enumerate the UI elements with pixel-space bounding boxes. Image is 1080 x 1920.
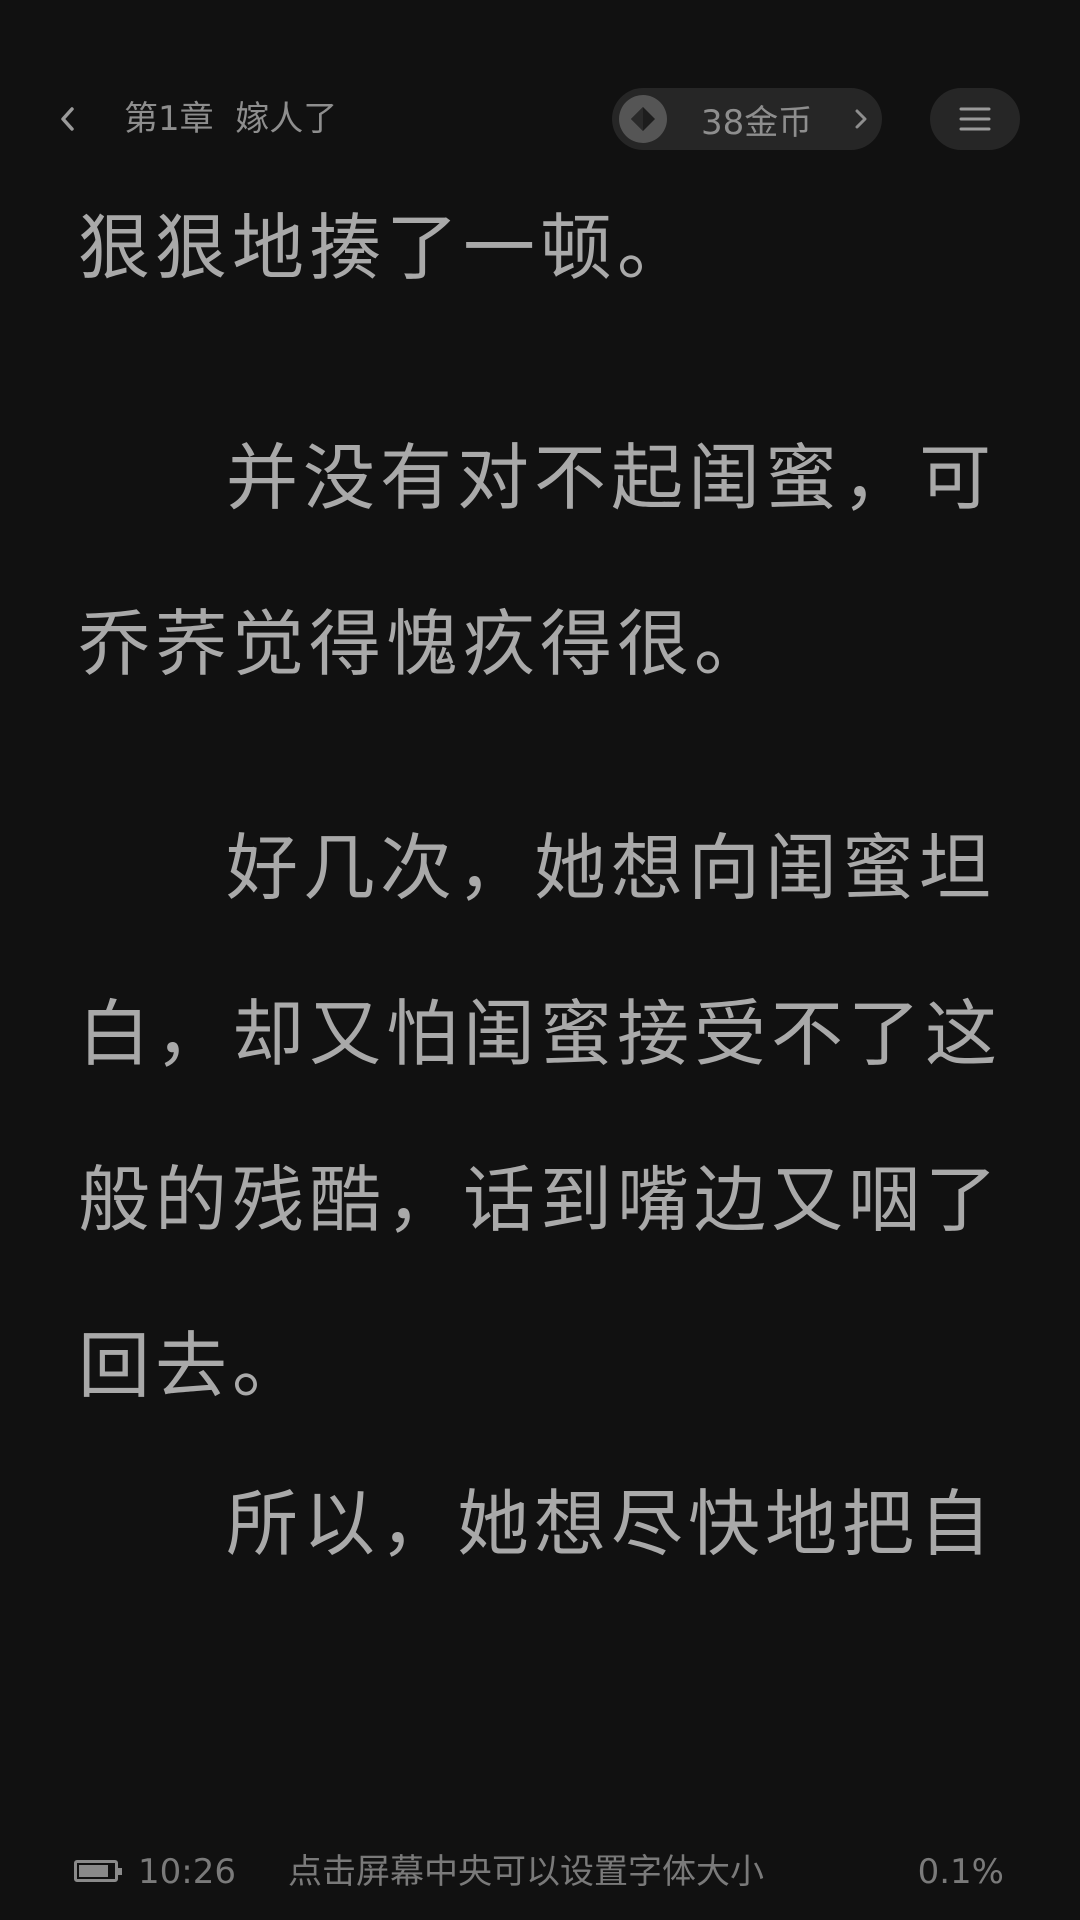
hamburger-menu-icon	[959, 107, 991, 131]
text-line: 狠狠地揍了一顿。	[78, 206, 695, 290]
chevron-right-icon	[854, 88, 868, 150]
battery-tip	[118, 1868, 122, 1875]
reader-footer: 10:26 点击屏幕中央可以设置字体大小 0.1%	[0, 1850, 1080, 1894]
text-line: 回去。	[78, 1324, 310, 1408]
coin-balance-label: 38金币	[701, 102, 813, 143]
text-line: 般的残酷，话到嘴边又咽了	[78, 1158, 1003, 1242]
coin-balance-button[interactable]: 38金币	[612, 88, 882, 150]
battery-level	[79, 1865, 108, 1877]
back-button[interactable]	[48, 88, 88, 150]
text-line: 白，却又怕闺蜜接受不了这	[78, 992, 1003, 1076]
reading-progress: 0.1%	[917, 1852, 1004, 1892]
coin-icon	[619, 95, 667, 143]
battery-icon	[74, 1860, 122, 1882]
reader-header: 第1章 嫁人了 38金币	[0, 88, 1080, 150]
text-line: 并没有对不起闺蜜，可	[226, 436, 997, 520]
clock-time: 10:26	[138, 1852, 236, 1892]
text-line: 所以，她想尽快地把自	[226, 1482, 997, 1566]
font-size-hint: 点击屏幕中央可以设置字体大小	[288, 1852, 764, 1892]
text-line: 乔荞觉得愧疚得很。	[78, 602, 772, 686]
chevron-left-icon	[61, 107, 74, 131]
menu-button[interactable]	[930, 88, 1020, 150]
text-line: 好几次，她想向闺蜜坦	[226, 826, 997, 910]
chapter-title[interactable]: 第1章 嫁人了	[124, 88, 337, 150]
